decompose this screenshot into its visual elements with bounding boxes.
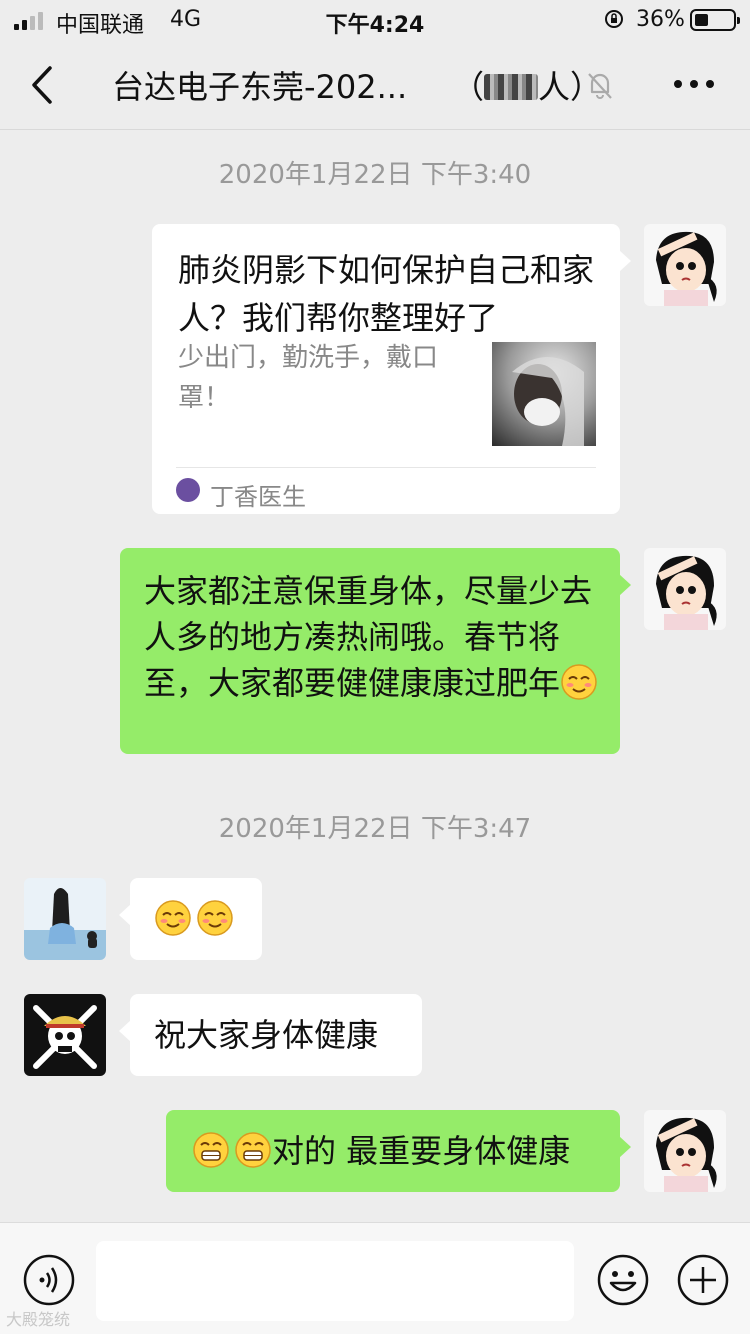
message-text: 大家都注意保重身体，尽量少去人多的地方凑热闹哦。春节将至，大家都要健健康康过肥年: [144, 572, 593, 702]
message-input[interactable]: [96, 1241, 574, 1321]
status-bar: 中国联通 4G 下午4:24 36%: [0, 0, 750, 40]
self-avatar[interactable]: [644, 548, 726, 630]
message-timestamp: 2020年1月22日 下午3:47: [218, 814, 532, 844]
bubble-tail: [119, 904, 131, 926]
bell-mute-icon: [588, 73, 612, 99]
dxy-logo-icon: [176, 478, 200, 502]
grin-emoji-icon: [235, 1132, 271, 1168]
member-avatar-girl[interactable]: [24, 878, 106, 960]
blush-emoji-icon: [155, 900, 191, 936]
received-message-bubble[interactable]: 祝大家身体健康: [119, 994, 422, 1076]
plus-icon[interactable]: [676, 1253, 730, 1307]
received-emoji-bubble[interactable]: [119, 878, 262, 960]
bubble-tail: [619, 1136, 631, 1158]
message-timestamp: 2020年1月22日 下午3:40: [218, 160, 532, 190]
bubble-tail: [619, 574, 631, 596]
member-avatar-skull[interactable]: [24, 994, 106, 1076]
self-avatar[interactable]: [644, 224, 726, 306]
chat-title: 台达电子东莞-202...: [112, 68, 408, 106]
sent-message-bubble[interactable]: 大家都注意保重身体，尽量少去人多的地方凑热闹哦。春节将至，大家都要健健康康过肥年: [120, 548, 631, 754]
self-avatar[interactable]: [644, 1110, 726, 1192]
article-title: 肺炎阴影下如何保护自己和家人？我们帮你整理好了: [178, 251, 595, 337]
article-description: 少出门，勤洗手，戴口罩！: [178, 343, 439, 413]
battery-percent: 36%: [636, 7, 685, 32]
article-thumbnail: [492, 342, 596, 446]
watermark: 大殿笼统: [6, 1310, 71, 1329]
grin-emoji-icon: [193, 1132, 229, 1168]
battery-icon: [690, 9, 740, 31]
card-divider: [176, 467, 596, 468]
bubble-tail: [619, 250, 631, 272]
smirk-emoji-icon: [561, 664, 597, 700]
message-text: 祝大家身体健康: [154, 1016, 379, 1054]
blush-emoji-icon: [197, 900, 233, 936]
sent-message-bubble[interactable]: 对的 最重要身体健康: [166, 1110, 631, 1192]
back-chevron-icon[interactable]: [26, 62, 60, 108]
rotation-lock-icon: [605, 10, 623, 28]
message-text: 对的 最重要身体健康: [272, 1132, 571, 1170]
article-card[interactable]: 肺炎阴影下如何保护自己和家人？我们帮你整理好了 少出门，勤洗手，戴口罩！ 丁香医…: [152, 224, 631, 514]
voice-icon[interactable]: [22, 1253, 76, 1307]
article-source: 丁香医生: [210, 483, 306, 511]
member-count: （人）: [452, 62, 602, 108]
bubble-tail: [119, 1020, 131, 1042]
member-count-prefix: （: [452, 68, 485, 106]
more-dots-icon[interactable]: [672, 76, 716, 92]
chat-header: 台达电子东莞-202... （人）: [0, 40, 750, 130]
smile-icon[interactable]: [596, 1253, 650, 1307]
blurred-count: [484, 74, 539, 100]
chat-input-bar: [0, 1222, 750, 1334]
